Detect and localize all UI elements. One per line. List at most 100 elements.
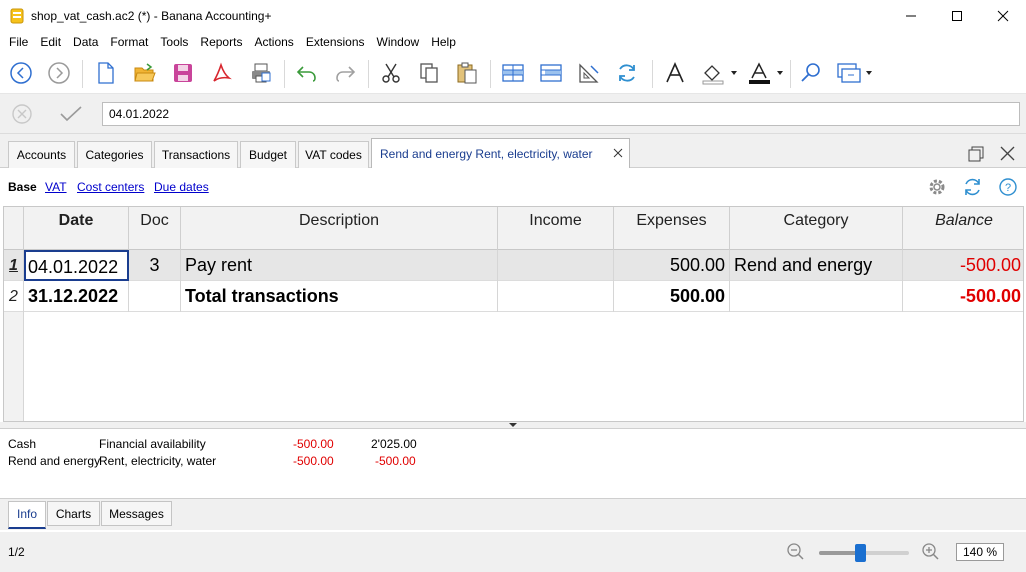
tab-transactions[interactable]: Transactions [154,141,238,168]
close-tab-icon[interactable] [613,148,623,158]
magnifier-icon [801,63,820,82]
tab-charts[interactable]: Charts [47,501,100,526]
menu-data[interactable]: Data [67,32,104,52]
back-button[interactable] [6,58,36,88]
column-header-expenses[interactable]: Expenses [614,207,730,250]
menu-tools[interactable]: Tools [154,32,194,52]
minimize-button[interactable] [888,0,934,32]
zoom-out-button[interactable] [786,542,806,562]
tab-categories[interactable]: Categories [77,141,152,168]
tab-budget[interactable]: Budget [240,141,296,168]
menu-actions[interactable]: Actions [248,32,299,52]
zoom-slider[interactable] [819,544,909,562]
column-header-description[interactable]: Description [181,207,498,250]
undo-button[interactable] [292,58,322,88]
cut-button[interactable] [376,58,406,88]
set-square-icon [579,63,599,83]
copy-button[interactable] [414,58,444,88]
forward-button[interactable] [44,58,74,88]
new-file-button[interactable] [90,58,120,88]
confirm-edit-button[interactable] [58,102,84,126]
table-row[interactable]: 1 04.01.2022 3 Pay rent 500.00 Rend and … [4,250,1023,281]
table-row-total[interactable]: 2 31.12.2022 Total transactions 500.00 -… [4,281,1023,312]
toolbar-separator [284,60,285,88]
tab-messages[interactable]: Messages [101,501,172,526]
refresh-view-button[interactable] [962,176,984,198]
redo-button[interactable] [330,58,360,88]
menu-extensions[interactable]: Extensions [300,32,371,52]
column-header-doc[interactable]: Doc [129,207,181,250]
cell-category[interactable]: Rend and energy [730,250,903,281]
print-button[interactable] [246,58,276,88]
paste-button[interactable] [452,58,482,88]
zoom-level[interactable]: 140 % [956,543,1004,561]
open-file-button[interactable] [130,58,160,88]
tab-account-card[interactable]: Rend and energy Rent, electricity, water [371,138,630,169]
close-window-button[interactable] [980,0,1026,32]
text-color-button[interactable] [744,58,788,88]
window-layout-icon [837,63,872,83]
cell-category[interactable] [730,281,903,312]
view-due-dates[interactable]: Due dates [154,180,209,194]
menu-edit[interactable]: Edit [34,32,67,52]
menu-reports[interactable]: Reports [194,32,248,52]
maximize-icon [952,11,962,21]
window-layout-button[interactable] [834,58,878,88]
menu-window[interactable]: Window [371,32,426,52]
cancel-edit-button[interactable] [10,102,34,126]
cell-expenses[interactable]: 500.00 [614,250,730,281]
save-button[interactable] [168,58,198,88]
cell-description[interactable]: Total transactions [181,281,498,312]
cell-balance[interactable]: -500.00 [903,281,1023,312]
settings-button[interactable] [926,176,948,198]
tab-info[interactable]: Info [8,501,46,529]
insert-row-button[interactable] [498,58,528,88]
cell-balance[interactable]: -500.00 [903,250,1023,281]
zoom-slider-thumb[interactable] [854,544,866,562]
set-square-button[interactable] [574,58,604,88]
cell-date[interactable]: 04.01.2022 [24,250,129,281]
cell-description[interactable]: Pay rent [181,250,498,281]
menu-file[interactable]: File [0,32,34,52]
close-panel-button[interactable] [998,144,1018,164]
toolbar-separator [368,60,369,88]
cell-date[interactable]: 31.12.2022 [24,281,129,312]
maximize-button[interactable] [934,0,980,32]
grid-header: Date Doc Description Income Expenses Cat… [4,207,1023,250]
view-vat[interactable]: VAT [45,180,67,194]
help-button[interactable]: ? [997,176,1019,198]
column-header-income[interactable]: Income [498,207,614,250]
view-cost-centers[interactable]: Cost centers [77,180,144,194]
cell-doc[interactable] [129,281,181,312]
cell-doc[interactable]: 3 [129,250,181,281]
title-bar: shop_vat_cash.ac2 (*) - Banana Accountin… [0,0,1026,32]
pdf-export-button[interactable] [206,58,236,88]
text-color-icon [749,62,783,84]
tab-accounts[interactable]: Accounts [8,141,75,168]
fill-color-button[interactable] [698,58,742,88]
view-base[interactable]: Base [8,180,37,194]
toolbar-separator [790,60,791,88]
tab-vat-codes[interactable]: VAT codes [298,141,369,168]
recalculate-button[interactable] [612,58,642,88]
find-button[interactable] [796,58,826,88]
restore-window-icon [968,146,984,162]
column-header-date[interactable]: Date [24,207,129,250]
cell-income[interactable] [498,281,614,312]
refresh-icon [965,178,980,196]
column-header-category[interactable]: Category [730,207,903,250]
cancel-circle-icon [12,104,32,124]
cell-edit-input[interactable]: 04.01.2022 [102,102,1020,126]
zoom-in-button[interactable] [921,542,941,562]
move-row-button[interactable] [536,58,566,88]
menu-help[interactable]: Help [425,32,462,52]
cell-income[interactable] [498,250,614,281]
font-button[interactable] [660,58,690,88]
cell-expenses[interactable]: 500.00 [614,281,730,312]
info-account: Rend and energy [8,454,101,468]
menu-format[interactable]: Format [104,32,154,52]
column-header-balance[interactable]: Balance [903,207,1023,250]
paint-bucket-icon [702,65,737,85]
restore-panel-button[interactable] [966,144,986,164]
forward-arrow-icon [48,62,70,84]
